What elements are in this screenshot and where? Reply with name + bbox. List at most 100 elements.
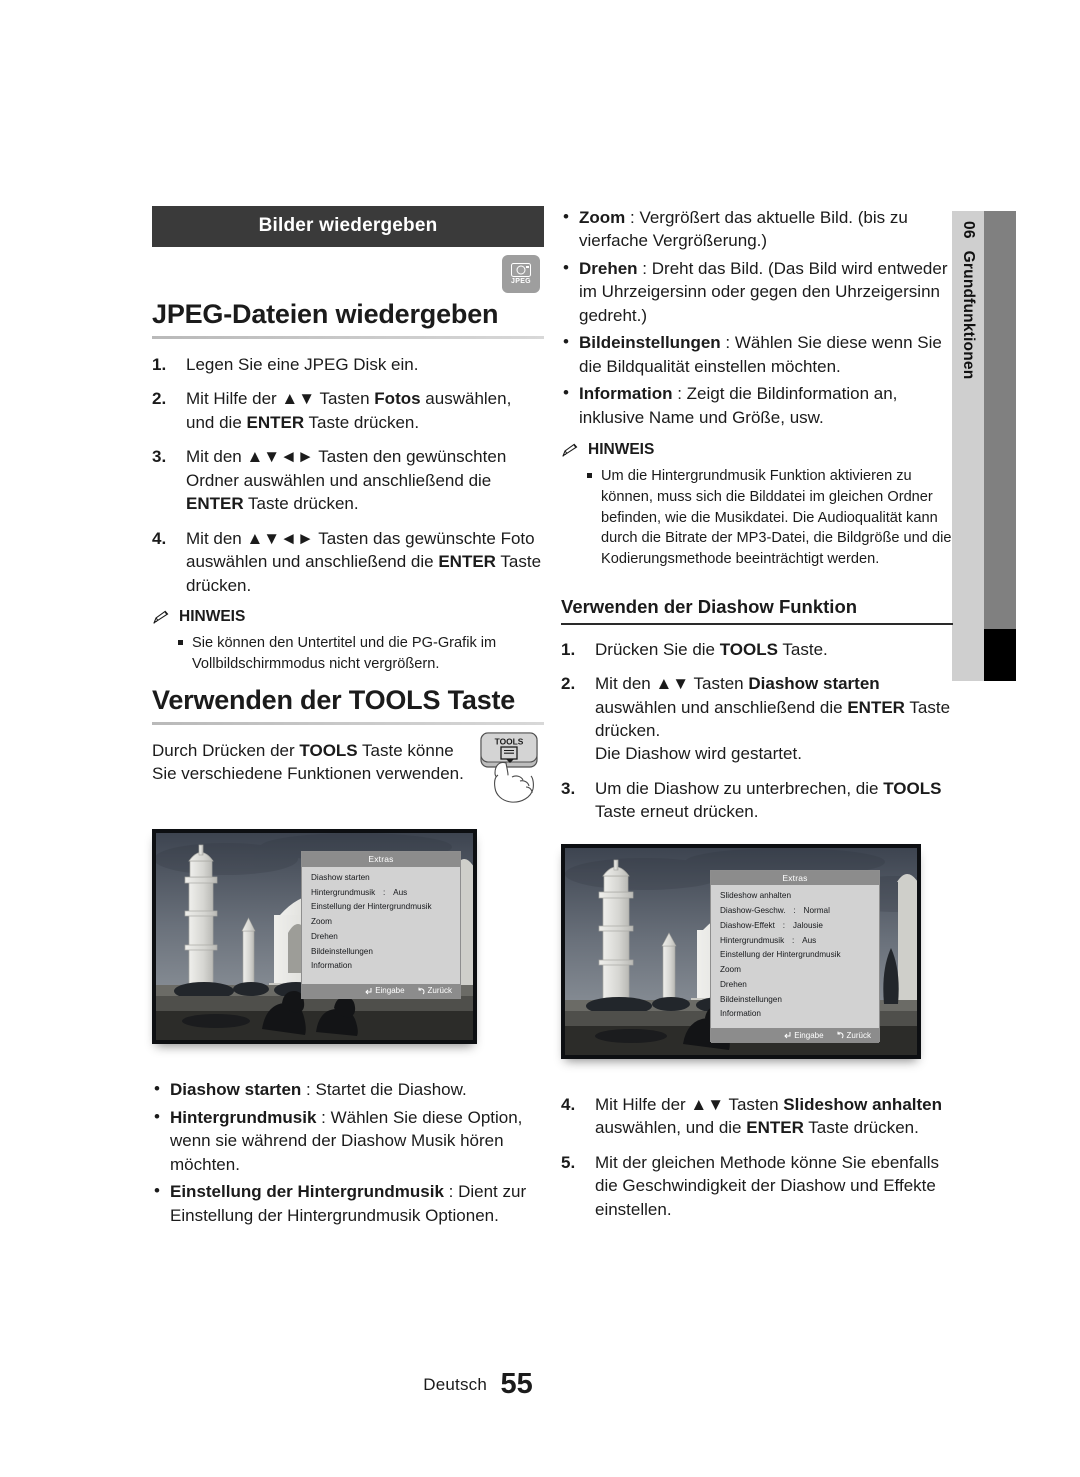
osd-item-colon [373,947,391,957]
diashow-section-title: Verwenden der Diashow Funktion [561,595,858,617]
osd-footer: Eingabe Zurück [711,1028,879,1043]
osd-item-label: Information [311,961,352,971]
osd-item-value: Aus [393,887,408,897]
osd-item-colon [370,873,388,883]
page-title: JPEG-Dateien wiedergeben [152,299,499,329]
jpeg-steps-list: 1. Legen Sie eine JPEG Disk ein. 2. Mit Hil… [152,353,544,597]
osd-menu-item[interactable]: Einstellung der Hintergrundmusik [720,950,870,960]
bullet-term: Bildeinstellungen [579,333,721,353]
bullet-item: Zoom : Vergrößert das aktuelle Bild. (bi… [561,205,953,253]
step-number: 3. [152,447,167,467]
osd-item-value: Aus [802,935,817,945]
note-block-left: HINWEIS Sie können den Untertitel und di… [152,608,544,674]
osd-dialog-tools: Extras Diashow starten Hintergrundmusik: A… [301,851,461,1000]
osd-menu-item[interactable]: Hintergrundmusik: Aus [311,888,451,898]
osd-item-label: Diashow-Effekt [720,920,775,930]
osd-dialog-slideshow: Extras Slideshow anhalten Diashow-Geschw.… [710,869,880,1043]
chapter-tab: 06 Grundfunktionen [952,211,984,681]
osd-item-colon: : [383,887,386,897]
osd-item-colon [338,932,356,942]
jpeg-badge-label: JPEG [511,278,531,285]
bullet-item: Bildeinstellungen : Wählen Sie diese wen… [561,330,953,378]
osd-item-label: Diashow-Geschw. [720,906,786,916]
note-title: HINWEIS [179,608,246,626]
tools-option-bullets: Diashow starten : Startet die Diashow. Hi… [152,1077,544,1227]
bullet-separator: : [672,384,687,404]
osd-menu-item[interactable]: Einstellung der Hintergrundmusik [311,902,451,912]
osd-menu-item[interactable]: Diashow starten [311,873,451,883]
osd-item-colon [791,891,809,901]
osd-item-label: Hintergrundmusik [311,887,376,897]
diashow-steps-list-a: 1. Drücken Sie die TOOLS Taste. 2. Mit den … [561,638,953,824]
osd-menu-item[interactable]: Drehen [311,932,451,942]
step-number: 4. [152,528,167,548]
osd-item-label: Drehen [720,979,747,989]
step-item: 1. Drücken Sie die TOOLS Taste. [561,638,953,661]
pencil-icon [562,443,578,457]
step-number: 5. [561,1152,576,1172]
tv-screenshot-tools-menu: Extras Diashow starten Hintergrundmusik: A… [152,829,477,1045]
osd-menu-item[interactable]: Zoom [311,917,451,927]
note-item: Um die Hintergrundmusik Funktion aktivie… [587,466,953,570]
osd-item-label: Zoom [311,917,332,927]
osd-menu-item[interactable]: Diashow-Effekt: Jalousie [720,921,870,931]
osd-menu-item[interactable]: Drehen [720,980,870,990]
tools-intro-wrap: Durch Drücken der TOOLS Taste könne Sie … [152,731,544,803]
step-item: 4. Mit Hilfe der ▲▼ Tasten Slideshow anha… [561,1093,953,1140]
note-header: HINWEIS [561,441,953,459]
manual-page: 06 Grundfunktionen Bilder wiedergeben JP… [0,0,1080,1477]
chapter-number: 06 [960,221,977,239]
step-item: 3. Um die Diashow zu unterbrechen, die TO… [561,777,953,824]
osd-menu-item[interactable]: Diashow-Geschw.: Normal [720,906,870,916]
bullet-term: Drehen [579,258,638,278]
osd-menu-item[interactable]: Hintergrundmusik: Aus [720,936,870,946]
osd-menu-item[interactable]: Information [311,961,451,971]
bullet-separator: : [625,208,640,227]
osd-item-label: Bildeinstellungen [720,994,782,1004]
note-header: HINWEIS [152,608,544,626]
osd-back-label: Zurück [427,986,452,996]
title-rule [152,336,544,339]
svg-text:TOOLS: TOOLS [495,736,524,746]
osd-menu-item[interactable]: Bildeinstellungen [311,947,451,957]
bullet-separator: : [443,1182,459,1202]
pencil-icon [153,610,169,624]
right-column: Zoom : Vergrößert das aktuelle Bild. (bi… [561,205,953,1232]
footer-language: Deutsch [423,1375,488,1394]
osd-menu-item[interactable]: Slideshow anhalten [720,891,870,901]
osd-menu-item[interactable]: Zoom [720,965,870,975]
bullet-term: Information [579,384,673,404]
picture-option-bullets: Zoom : Vergrößert das aktuelle Bild. (bi… [561,205,953,429]
bullet-separator: : [720,333,735,353]
osd-item-label: Zoom [720,965,741,975]
osd-item-value: Normal [803,906,830,916]
bullet-text: Startet die Diashow. [315,1080,467,1100]
osd-item-label: Bildeinstellungen [311,946,373,956]
osd-rows: Diashow starten Hintergrundmusik: Aus Einst… [302,867,460,984]
diashow-steps-list-b: 4. Mit Hilfe der ▲▼ Tasten Slideshow anha… [561,1093,953,1221]
bullet-term: Zoom [579,208,626,227]
return-arrow-icon [837,1031,844,1039]
step-text: Mit der gleichen Methode könne Sie ebenf… [595,1152,939,1219]
bullet-term: Einstellung der Hintergrundmusik [170,1182,444,1202]
osd-item-colon [432,902,450,912]
osd-item-label: Einstellung der Hintergrundmusik [311,902,432,912]
osd-menu-item[interactable]: Information [720,1009,870,1019]
step-number: 3. [561,778,576,798]
note-item: Sie können den Untertitel und die PG-Gra… [178,633,544,674]
bullet-item: Einstellung der Hintergrundmusik : Dient… [152,1179,544,1227]
camera-icon [511,263,531,277]
osd-item-label: Information [720,1009,761,1019]
footer-page-number: 55 [500,1368,533,1400]
enter-key-icon [365,987,372,995]
diashow-title-rule [561,622,953,625]
step-text: Um die Diashow zu unterbrechen, die TOOL… [595,778,942,822]
osd-menu-item[interactable]: Bildeinstellungen [720,995,870,1005]
osd-item-value: Jalousie [792,920,823,930]
step-number: 2. [561,674,576,694]
chapter-title: Grundfunktionen [960,250,977,380]
osd-item-colon [352,961,370,971]
media-badge-row: JPEG [152,247,544,299]
step-number: 4. [561,1094,576,1114]
return-arrow-icon [418,987,425,995]
